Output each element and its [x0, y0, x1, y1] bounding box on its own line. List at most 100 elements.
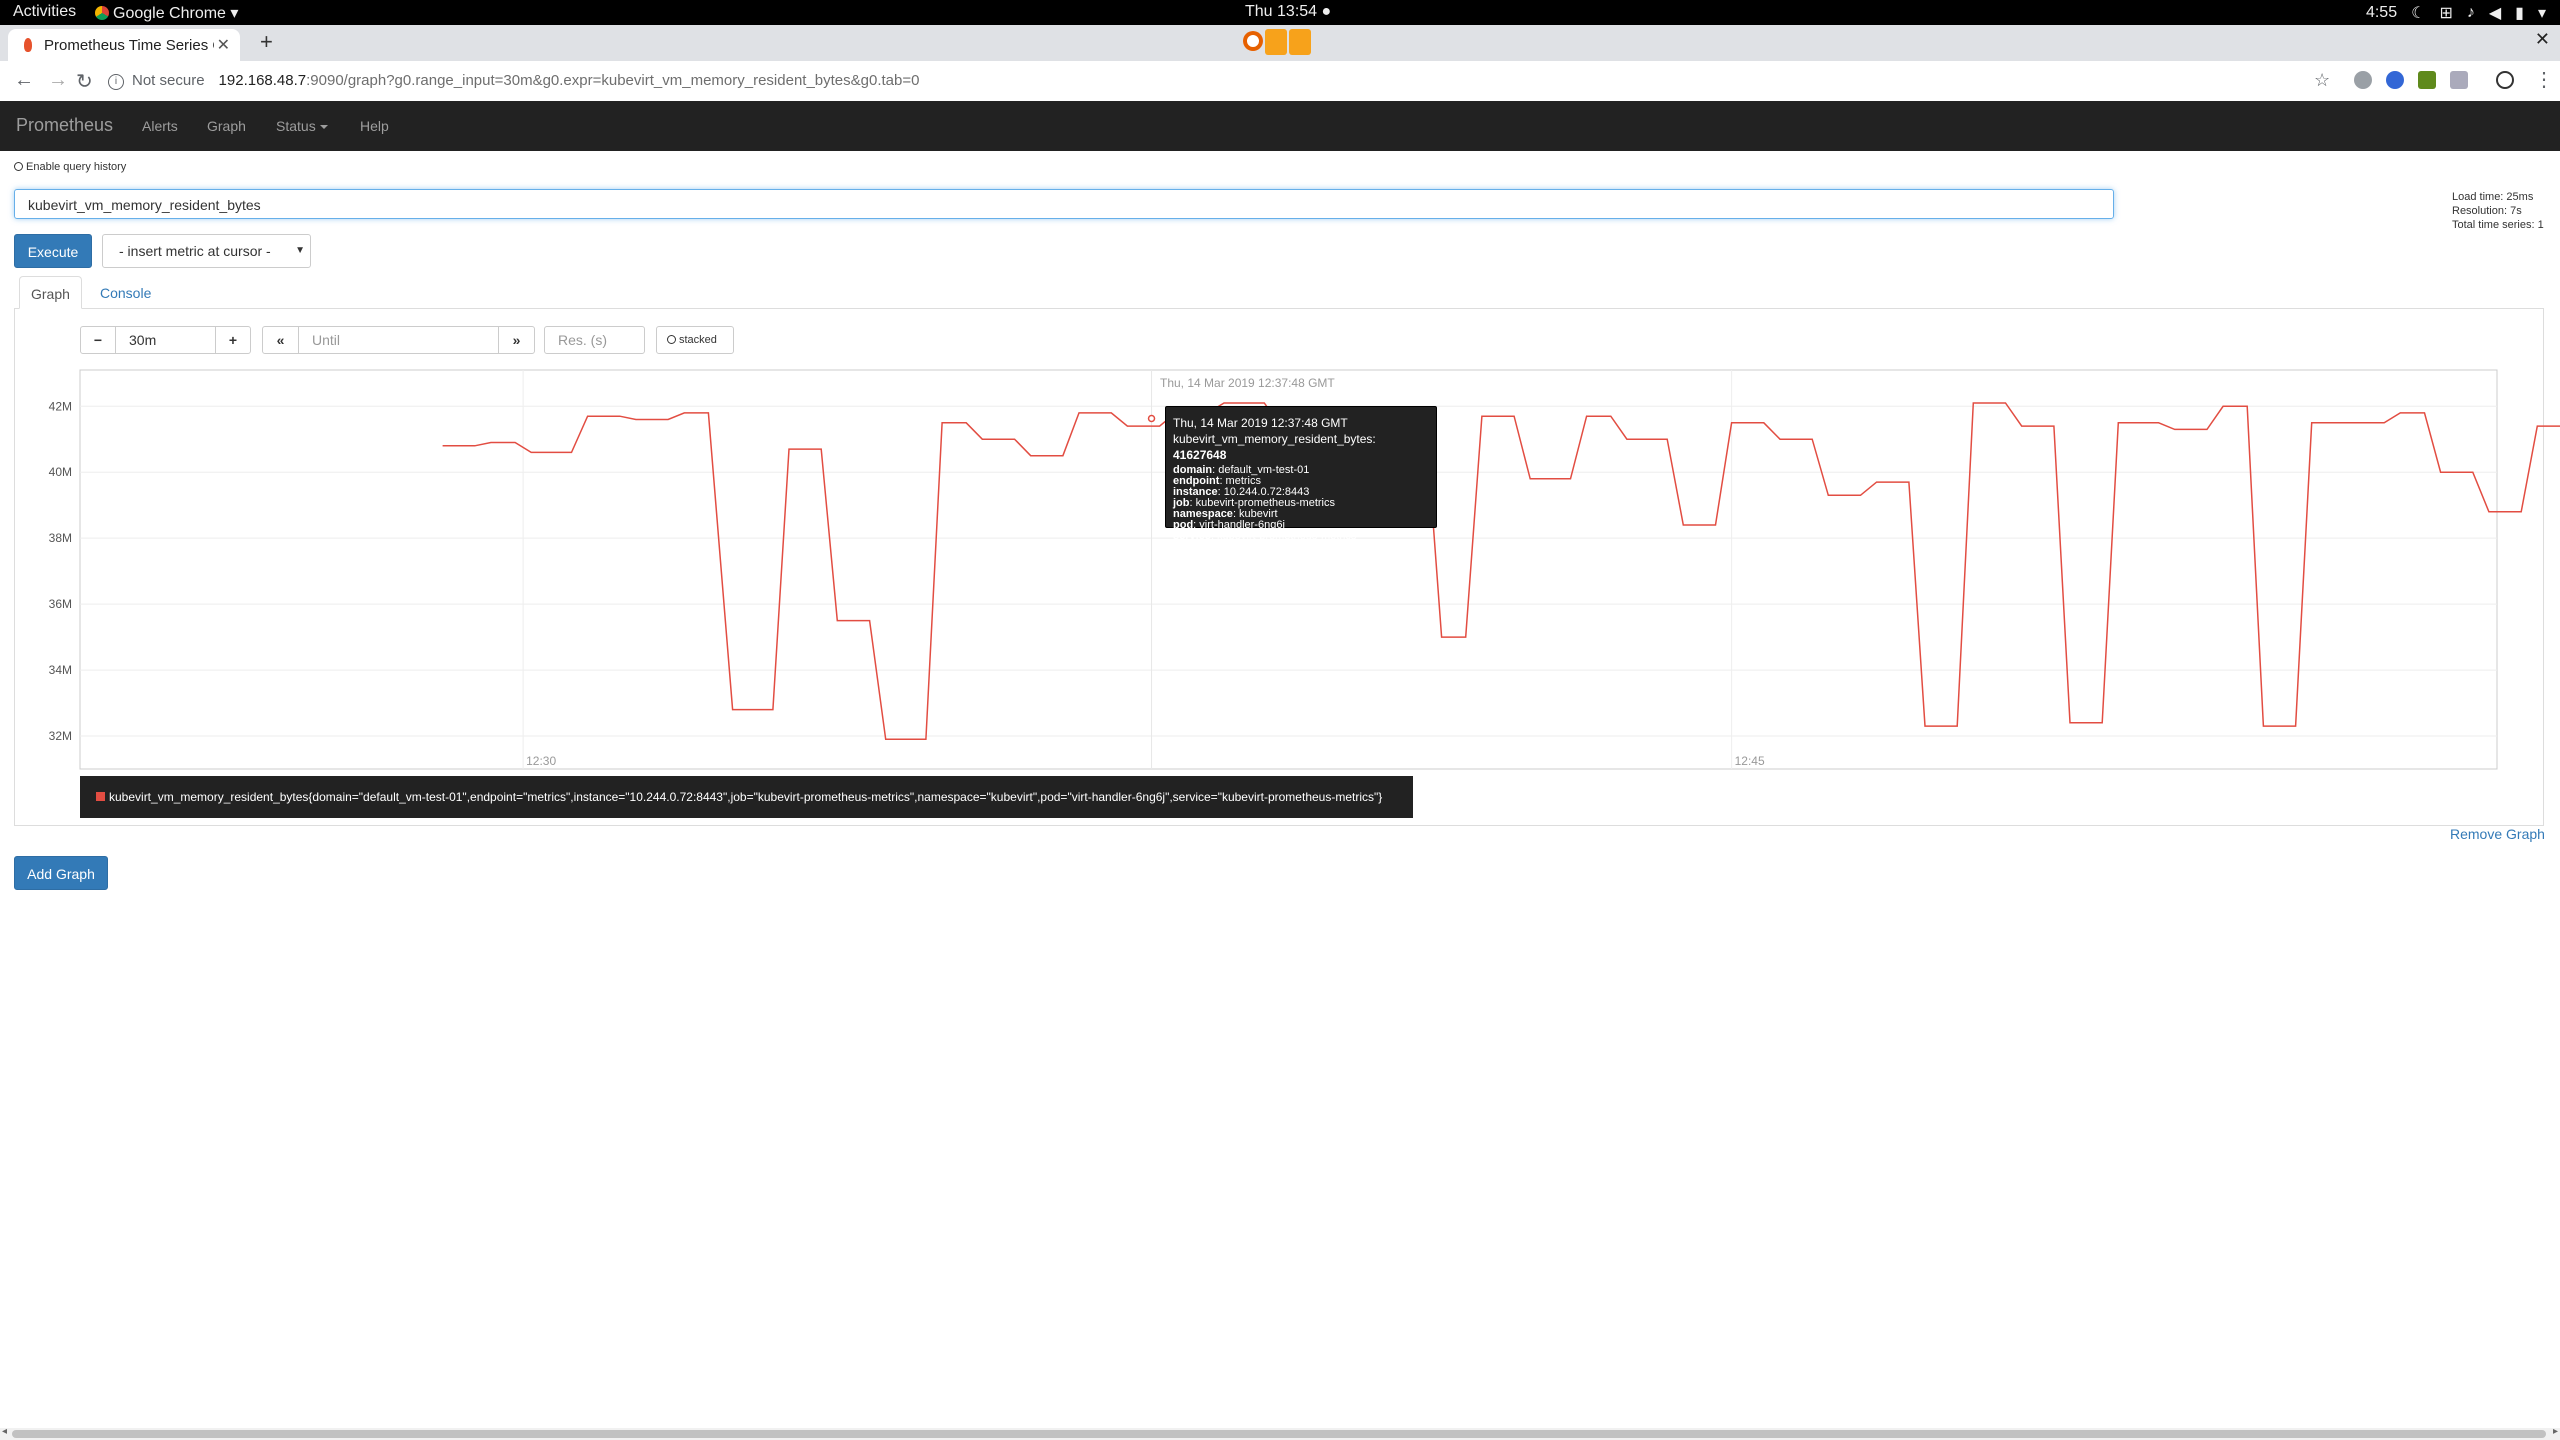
browser-tab[interactable]: Prometheus Time Series Co ✕	[8, 29, 240, 61]
notification-icon: ♪	[2466, 4, 2475, 21]
checkbox-icon[interactable]	[14, 162, 23, 171]
tooltip-time: Thu, 14 Mar 2019 12:37:48 GMT	[1173, 416, 1348, 430]
system-clock[interactable]: Thu 13:54 ●	[1245, 3, 1331, 21]
app-name: Google Chrome	[113, 5, 226, 22]
scroll-right-icon[interactable]: ▸	[2553, 1426, 2558, 1437]
firefox-icon	[1243, 31, 1263, 51]
resolution-input[interactable]: Res. (s)	[544, 326, 645, 354]
expression-input[interactable]: kubevirt_vm_memory_resident_bytes	[14, 189, 2114, 219]
scrollbar-thumb[interactable]	[12, 1430, 2546, 1438]
remove-graph-link[interactable]: Remove Graph	[2450, 826, 2545, 842]
prometheus-navbar: Prometheus Alerts Graph Status Help	[0, 101, 2560, 151]
range-input[interactable]: 30m	[115, 326, 216, 354]
query-stats: Load time: 25ms Resolution: 7s Total tim…	[2452, 190, 2544, 232]
end-time-back-button[interactable]: «	[262, 326, 299, 354]
y-tick-label: 34M	[49, 663, 72, 677]
tooltip-value: 41627648	[1173, 448, 1227, 462]
battery-icon: ▮	[2515, 5, 2524, 22]
forward-icon[interactable]: →	[48, 69, 68, 92]
tooltip-metric-row: kubevirt_vm_memory_resident_bytes: 41627…	[1173, 431, 1429, 463]
stacked-toggle[interactable]: stacked	[656, 326, 734, 354]
extension-icon[interactable]	[2450, 71, 2468, 89]
system-tray[interactable]: 4:55 ☾ ⊞ ♪ ◀ ▮ ▾	[2366, 3, 2546, 23]
y-tick-label: 32M	[49, 729, 72, 743]
insert-metric-select[interactable]: - insert metric at cursor - ▼	[102, 234, 311, 268]
power-menu-icon: ▾	[2537, 5, 2546, 22]
reload-icon[interactable]: ↻	[76, 69, 93, 94]
system-top-bar: Activities Google Chrome ▾ Thu 13:54 ● 4…	[0, 0, 2560, 25]
add-graph-button[interactable]: Add Graph	[14, 856, 108, 890]
nav-status[interactable]: Status	[276, 118, 328, 134]
profile-avatar-icon[interactable]	[2496, 71, 2514, 89]
end-time-input[interactable]: Until	[298, 326, 499, 354]
graph-tabs: Graph Console	[14, 276, 2544, 309]
execute-button[interactable]: Execute	[14, 234, 92, 268]
series-legend[interactable]: kubevirt_vm_memory_resident_bytes{domain…	[80, 776, 1413, 818]
chrome-icon	[95, 6, 109, 20]
query-history-toggle[interactable]: Enable query history	[14, 161, 126, 173]
screen-share-indicators	[1243, 29, 1311, 55]
battery-time: 4:55	[2365, 4, 2398, 21]
insert-metric-label: - insert metric at cursor -	[119, 243, 271, 259]
tab-graph[interactable]: Graph	[19, 276, 82, 309]
resolution: Resolution: 7s	[2452, 205, 2522, 217]
tooltip-metric: kubevirt_vm_memory_resident_bytes:	[1173, 432, 1376, 446]
window-close-icon[interactable]: ✕	[2535, 29, 2550, 50]
volume-icon: ◀	[2488, 5, 2502, 22]
range-increase-button[interactable]: +	[215, 326, 251, 354]
back-icon[interactable]: ←	[14, 69, 34, 92]
new-tab-button[interactable]: +	[260, 29, 273, 55]
brand-link[interactable]: Prometheus	[16, 115, 113, 136]
y-tick-label: 40M	[49, 465, 72, 479]
nav-alerts[interactable]: Alerts	[142, 118, 178, 134]
extension-icon[interactable]	[2418, 71, 2436, 89]
bookmark-star-icon[interactable]: ☆	[2314, 70, 2330, 91]
camera-icon	[1265, 29, 1287, 55]
scroll-left-icon[interactable]: ◂	[2, 1426, 7, 1437]
network-icon: ⊞	[2439, 5, 2453, 22]
microphone-icon	[1289, 29, 1311, 55]
x-tick-label: 12:45	[1735, 754, 1765, 768]
night-light-icon: ☾	[2411, 5, 2426, 22]
chevron-down-icon: ▾	[230, 5, 239, 22]
tab-console[interactable]: Console	[89, 276, 162, 308]
app-menu[interactable]: Google Chrome ▾	[95, 3, 238, 23]
kebab-menu-icon[interactable]: ⋮	[2534, 67, 2554, 92]
horizontal-scrollbar[interactable]: ◂ ▸	[0, 1426, 2560, 1440]
address-bar[interactable]: i Not secure 192.168.48.7:9090/graph?g0.ra…	[108, 67, 2308, 95]
browser-tab-strip: Prometheus Time Series Co ✕ + ✕	[0, 25, 2560, 61]
radio-icon	[667, 335, 676, 344]
nav-help[interactable]: Help	[360, 118, 389, 134]
prometheus-favicon-icon	[24, 38, 32, 52]
url-path: :9090/graph?g0.range_input=30m&g0.expr=k…	[306, 72, 920, 89]
dropdown-arrow-icon: ▼	[295, 245, 305, 256]
tooltip-label-value: : kubevirt-prometheus-metrics	[1210, 530, 1357, 542]
info-icon[interactable]: i	[108, 74, 124, 90]
extension-icon[interactable]	[2354, 71, 2372, 89]
legend-label: kubevirt_vm_memory_resident_bytes{domain…	[109, 790, 1383, 804]
legend-swatch	[96, 792, 105, 801]
y-axis: 32M 34M 36M 38M 40M 42M	[49, 399, 72, 743]
url-host: 192.168.48.7	[218, 72, 307, 89]
tab-title: Prometheus Time Series Co	[44, 37, 214, 54]
nav-status-label: Status	[276, 118, 316, 134]
y-tick-label: 42M	[49, 399, 72, 413]
extension-icon[interactable]	[2386, 71, 2404, 89]
activities-button[interactable]: Activities	[13, 3, 76, 21]
tab-close-icon[interactable]: ✕	[217, 35, 230, 55]
stacked-label: stacked	[679, 334, 717, 346]
nav-graph[interactable]: Graph	[207, 118, 246, 134]
browser-toolbar: ← → ↻ i Not secure 192.168.48.7:9090/graph…	[0, 61, 2560, 102]
hover-point	[1147, 414, 1156, 423]
tooltip-labels: domain: default_vm-test-01 endpoint: metr…	[1173, 465, 1429, 542]
range-decrease-button[interactable]: −	[80, 326, 116, 354]
y-tick-label: 36M	[49, 597, 72, 611]
data-tooltip: Thu, 14 Mar 2019 12:37:48 GMT kubevirt_v…	[1165, 406, 1437, 542]
end-time-forward-button[interactable]: »	[498, 326, 535, 354]
tooltip-label-key: service	[1173, 530, 1211, 542]
load-time: Load time: 25ms	[2452, 191, 2534, 203]
caret-down-icon	[319, 125, 328, 129]
query-history-label: Enable query history	[26, 161, 127, 173]
x-tick-label: 12:30	[526, 754, 556, 768]
hover-time-label: Thu, 14 Mar 2019 12:37:48 GMT	[1160, 376, 1335, 390]
